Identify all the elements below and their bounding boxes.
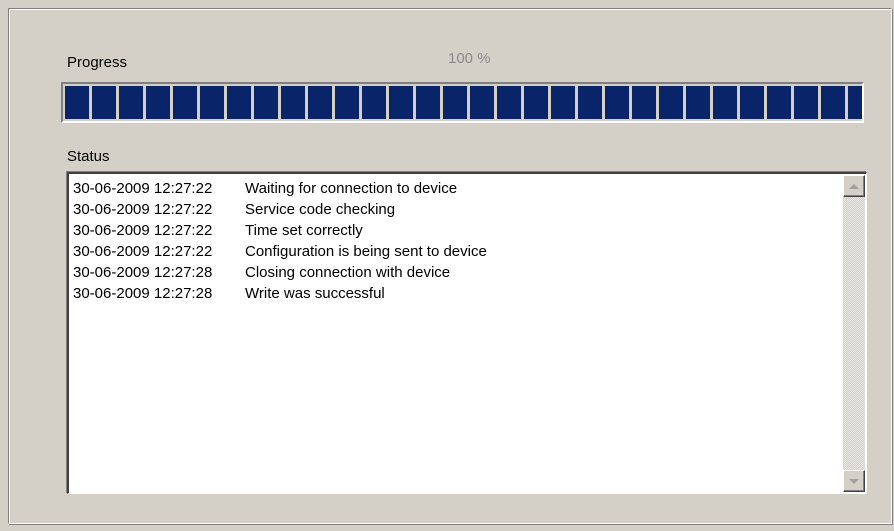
status-timestamp: 30-06-2009 12:27:28 [73,285,213,302]
progress-bar [61,82,864,123]
status-row[interactable]: 30-06-2009 12:27:22 Configuration is bein… [73,241,833,262]
status-row[interactable]: 30-06-2009 12:27:22 Waiting for connectio… [73,178,833,199]
status-message: Closing connection with device [245,264,451,281]
progress-block [470,86,494,119]
progress-block [551,86,575,119]
progress-block [65,86,89,119]
progress-block [578,86,602,119]
progress-block [281,86,305,119]
progress-block [308,86,332,119]
status-row[interactable]: 30-06-2009 12:27:28 Closing connection wi… [73,262,833,283]
status-scrollbar[interactable] [843,175,865,492]
progress-block [794,86,818,119]
progress-block [659,86,683,119]
progress-block [632,86,656,119]
progress-block [254,86,278,119]
progress-block [443,86,467,119]
progress-block [497,86,521,119]
progress-block [335,86,359,119]
status-timestamp: 30-06-2009 12:27:22 [73,201,213,218]
arrow-up-icon [849,183,859,189]
status-timestamp: 30-06-2009 12:27:22 [73,222,213,239]
status-timestamp: 30-06-2009 12:27:28 [73,264,213,281]
progress-block [227,86,251,119]
status-message: Configuration is being sent to device [245,243,487,260]
status-row[interactable]: 30-06-2009 12:27:28 Write was successful [73,283,833,304]
progress-block [92,86,116,119]
status-timestamp: 30-06-2009 12:27:22 [73,243,213,260]
status-timestamp: 30-06-2009 12:27:22 [73,180,213,197]
status-message: Service code checking [245,201,396,218]
progress-block [821,86,845,119]
status-message: Waiting for connection to device [245,180,458,197]
progress-block [767,86,791,119]
progress-percent-text: 100 % [448,50,491,67]
progress-block [362,86,386,119]
progress-block [119,86,143,119]
progress-label: Progress [67,54,128,71]
status-message: Time set correctly [245,222,363,239]
progress-block [200,86,224,119]
progress-block [848,86,862,119]
status-label: Status [67,148,110,165]
progress-block [416,86,440,119]
status-row[interactable]: 30-06-2009 12:27:22 Service code checking [73,199,833,220]
progress-block [389,86,413,119]
status-row[interactable]: 30-06-2009 12:27:22 Time set correctly [73,220,833,241]
dialog-window: Progress 100 % Status 30-06-2009 12:27:2… [0,0,894,531]
progress-block [146,86,170,119]
progress-block [686,86,710,119]
progress-fill [65,86,862,119]
scroll-down-button[interactable] [843,470,865,492]
progress-block [173,86,197,119]
scroll-up-button[interactable] [843,175,865,197]
status-listbox[interactable]: 30-06-2009 12:27:22 Waiting for connectio… [67,172,867,494]
progress-block [740,86,764,119]
arrow-down-icon [849,478,859,484]
progress-block [713,86,737,119]
status-list: 30-06-2009 12:27:22 Waiting for connectio… [73,178,833,304]
progress-block [524,86,548,119]
status-message: Write was successful [245,285,385,302]
progress-block [605,86,629,119]
